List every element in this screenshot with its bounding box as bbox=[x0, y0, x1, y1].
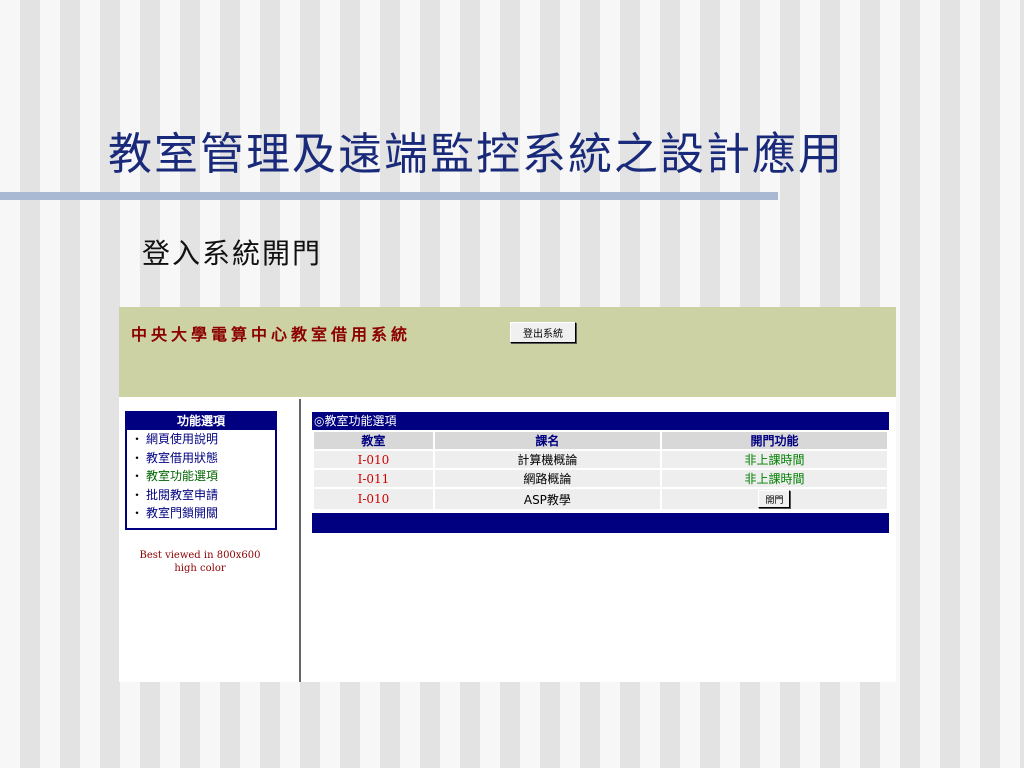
room-function-table: 教室 課名 開門功能 I-010 計算機概論 非上課時間 I-011 網路概論 … bbox=[312, 430, 889, 511]
function-menu: 功能選項 ・網頁使用說明 ・教室借用狀態 ・教室功能選項 ・批閱教室申請 ・教室… bbox=[125, 411, 277, 530]
bullet-icon: ・ bbox=[131, 487, 144, 502]
menu-item-help[interactable]: ・網頁使用說明 bbox=[127, 430, 275, 449]
app-screenshot: 中央大學電算中心教室借用系統 登出系統 功能選項 ・網頁使用說明 ・教室借用狀態… bbox=[119, 307, 896, 682]
menu-item-door-lock[interactable]: ・教室門鎖開關 bbox=[127, 504, 275, 523]
menu-header: 功能選項 bbox=[127, 413, 275, 430]
door-status-cell: 非上課時間 bbox=[661, 470, 887, 487]
menu-item-label: 教室功能選項 bbox=[146, 469, 219, 483]
column-header-course: 課名 bbox=[434, 432, 660, 449]
table-row: I-010 計算機概論 非上課時間 bbox=[314, 451, 887, 468]
room-cell: I-011 bbox=[314, 470, 433, 487]
menu-item-label: 批閱教室申請 bbox=[146, 487, 219, 502]
table-row: I-011 網路概論 非上課時間 bbox=[314, 470, 887, 487]
slide-subtitle: 登入系統開門 bbox=[142, 237, 323, 270]
menu-item-borrow-status[interactable]: ・教室借用狀態 bbox=[127, 449, 275, 468]
best-viewed-line1: Best viewed in 800x600 bbox=[139, 550, 261, 561]
table-row: I-010 ASP教學 開門 bbox=[314, 489, 887, 509]
bullet-icon: ・ bbox=[131, 506, 144, 520]
logout-button[interactable]: 登出系統 bbox=[510, 322, 576, 343]
bullet-icon: ・ bbox=[131, 432, 144, 446]
menu-item-label: 教室借用狀態 bbox=[146, 450, 219, 465]
sidebar: 功能選項 ・網頁使用說明 ・教室借用狀態 ・教室功能選項 ・批閱教室申請 ・教室… bbox=[119, 399, 301, 682]
course-cell: 計算機概論 bbox=[434, 451, 660, 468]
column-header-room: 教室 bbox=[314, 432, 433, 449]
slide-title: 教室管理及遠端監控系統之設計應用 bbox=[108, 129, 844, 180]
best-viewed-line2: high color bbox=[174, 563, 226, 574]
menu-item-room-functions[interactable]: ・教室功能選項 bbox=[127, 467, 275, 486]
content-header: ◎教室功能選項 bbox=[312, 412, 889, 430]
app-header: 中央大學電算中心教室借用系統 登出系統 bbox=[119, 307, 896, 397]
bullet-icon: ・ bbox=[131, 469, 144, 483]
course-cell: 網路概論 bbox=[434, 470, 660, 487]
bullet-icon: ・ bbox=[131, 450, 144, 465]
door-status-cell: 非上課時間 bbox=[661, 451, 887, 468]
app-title: 中央大學電算中心教室借用系統 bbox=[131, 325, 412, 344]
best-viewed-note: Best viewed in 800x600 high color bbox=[119, 549, 281, 575]
column-header-door-function: 開門功能 bbox=[661, 432, 887, 449]
menu-item-label: 教室門鎖開關 bbox=[146, 506, 219, 520]
content-pane: ◎教室功能選項 教室 課名 開門功能 I-010 計算機概論 非上課時間 I-0… bbox=[312, 412, 889, 533]
course-cell: ASP教學 bbox=[434, 489, 660, 509]
menu-item-review-requests[interactable]: ・批閱教室申請 bbox=[127, 486, 275, 505]
room-cell: I-010 bbox=[314, 451, 433, 468]
room-cell: I-010 bbox=[314, 489, 433, 509]
menu-item-label: 網頁使用說明 bbox=[146, 432, 219, 446]
title-divider bbox=[0, 192, 778, 200]
table-header-row: 教室 課名 開門功能 bbox=[314, 432, 887, 449]
open-door-button[interactable]: 開門 bbox=[758, 490, 791, 508]
door-action-cell: 開門 bbox=[661, 489, 887, 509]
content-footer-bar bbox=[312, 513, 889, 533]
